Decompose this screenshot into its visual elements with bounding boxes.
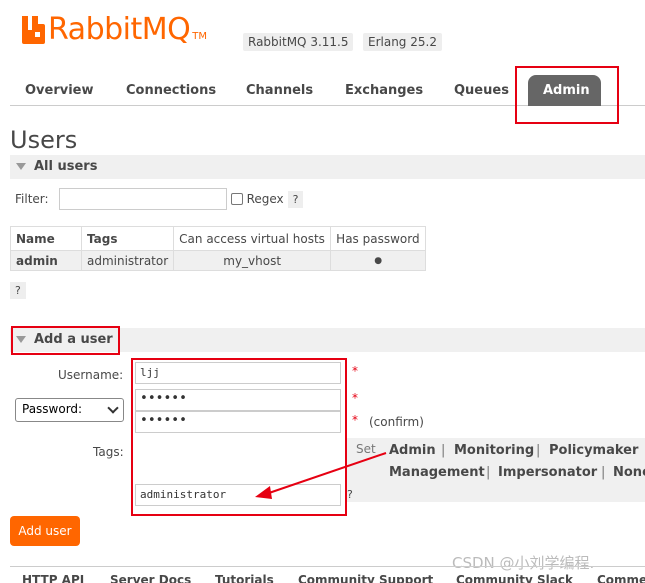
footer-link-commercial[interactable]: Comme: [597, 573, 645, 583]
filter-label: Filter:: [15, 192, 49, 206]
footer-link-server-docs[interactable]: Server Docs: [110, 573, 191, 583]
chevron-down-icon: [107, 402, 119, 414]
user-vhosts-cell: my_vhost: [173, 250, 332, 271]
required-star: *: [352, 364, 358, 378]
rabbitmq-logo[interactable]: RabbitMQ TM: [20, 14, 207, 46]
tab-admin[interactable]: Admin: [528, 75, 601, 106]
collapse-triangle-icon: [16, 163, 26, 170]
user-tags-cell: administrator: [80, 250, 175, 271]
col-tags[interactable]: Tags: [80, 226, 175, 251]
tags-quick-set-panel: Set Admin | Monitoring | Policymaker Man…: [347, 438, 645, 502]
col-has-password[interactable]: Has password: [330, 226, 427, 251]
tab-connections[interactable]: Connections: [111, 75, 231, 106]
collapse-triangle-icon: [16, 336, 26, 343]
rabbitmq-version-badge: RabbitMQ 3.11.5: [243, 33, 354, 51]
password-type-value: Password:: [22, 402, 83, 416]
tag-separator: |: [601, 465, 606, 480]
username-input[interactable]: ljj: [135, 362, 341, 384]
col-name[interactable]: Name: [10, 226, 82, 251]
table-header-row: Name Tags Can access virtual hosts Has p…: [10, 226, 427, 251]
tag-policymaker-link[interactable]: Policymaker: [549, 443, 638, 458]
add-user-header: Add a user: [34, 332, 113, 347]
password-type-select[interactable]: Password:: [15, 398, 124, 422]
confirm-label: (confirm): [369, 415, 424, 429]
password-input[interactable]: ••••••: [135, 389, 341, 411]
tag-impersonator-link[interactable]: Impersonator: [498, 465, 597, 480]
add-user-section-toggle[interactable]: Add a user: [10, 328, 645, 352]
tab-exchanges[interactable]: Exchanges: [330, 75, 438, 106]
tag-separator: |: [536, 443, 541, 458]
tag-separator: |: [441, 443, 446, 458]
all-users-header: All users: [34, 159, 98, 174]
tags-input[interactable]: administrator: [135, 484, 341, 506]
regex-checkbox[interactable]: [230, 193, 243, 205]
tag-none-link[interactable]: None: [613, 465, 645, 480]
tags-set-label: Set: [356, 442, 376, 456]
all-users-section-toggle[interactable]: All users: [10, 155, 645, 179]
tag-monitoring-link[interactable]: Monitoring: [454, 443, 534, 458]
add-user-button[interactable]: Add user: [10, 516, 80, 546]
tag-admin-link[interactable]: Admin: [389, 443, 436, 458]
regex-help-button[interactable]: ?: [287, 190, 304, 208]
trademark: TM: [192, 31, 207, 42]
filter-row: Filter: Regex ?: [15, 188, 304, 210]
erlang-version-badge: Erlang 25.2: [363, 33, 442, 51]
tab-queues[interactable]: Queues: [439, 75, 524, 106]
rabbitmq-logo-icon: [22, 16, 45, 44]
tag-separator: |: [486, 465, 491, 480]
footer-link-community-slack[interactable]: Community Slack: [456, 573, 573, 583]
brand-name: RabbitMQ: [48, 12, 191, 47]
required-star: *: [352, 413, 358, 427]
tab-overview[interactable]: Overview: [10, 75, 109, 106]
footer-link-http-api[interactable]: HTTP API: [22, 573, 84, 583]
tag-management-link[interactable]: Management: [389, 465, 485, 480]
user-name-link[interactable]: admin: [10, 250, 82, 271]
footer-links: HTTP API Server Docs Tutorials Community…: [10, 566, 645, 583]
footer-link-community-support[interactable]: Community Support: [298, 573, 433, 583]
regex-label: Regex: [246, 192, 284, 206]
tags-help-button[interactable]: ?: [347, 488, 353, 501]
filter-input[interactable]: [58, 188, 227, 210]
col-vhosts[interactable]: Can access virtual hosts: [173, 226, 332, 251]
users-table: Name Tags Can access virtual hosts Has p…: [10, 226, 427, 271]
password-confirm-input[interactable]: ••••••: [135, 411, 341, 433]
required-star: *: [352, 391, 358, 405]
user-has-password-cell: ●: [330, 250, 427, 271]
main-nav: Overview Connections Channels Exchanges …: [10, 75, 645, 106]
table-help-button[interactable]: ?: [10, 282, 26, 299]
table-row: admin administrator my_vhost ●: [10, 250, 427, 271]
tab-channels[interactable]: Channels: [231, 75, 328, 106]
footer-link-tutorials[interactable]: Tutorials: [215, 573, 274, 583]
tags-label: Tags:: [93, 445, 124, 459]
username-label: Username:: [58, 368, 124, 382]
page-title: Users: [10, 126, 78, 154]
